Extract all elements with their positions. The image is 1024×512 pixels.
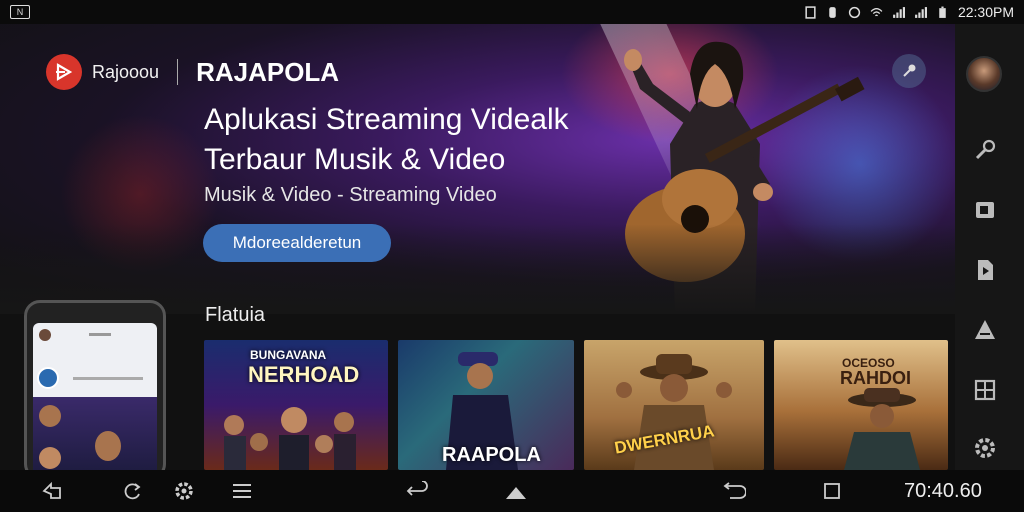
app-title: RAJAPOLA (196, 56, 340, 87)
menu-icon[interactable] (230, 480, 254, 502)
library-icon[interactable] (971, 196, 999, 224)
n-notification-icon: N (10, 5, 30, 19)
battery-icon (939, 6, 946, 18)
microphone-icon[interactable] (971, 136, 999, 164)
signal-icon (893, 6, 905, 18)
brand-name: Rajooou (92, 61, 160, 82)
side-rail (955, 24, 1024, 470)
artist-icon[interactable] (971, 316, 999, 344)
hero-subtitle: Musik & Video - Streaming Video (204, 184, 497, 206)
headline-line-2: Terbaur Musik & Video (204, 143, 506, 176)
avatar[interactable] (966, 56, 1002, 92)
navigation-bar: 70:40.60 (0, 470, 1024, 512)
card-title: RAAPOLA (442, 444, 541, 466)
video-card[interactable]: OCEOSO RAHDOI (774, 340, 948, 470)
sync-icon (829, 6, 836, 18)
status-icons: 22:30PM (804, 4, 1014, 20)
alarm-icon (848, 6, 861, 18)
status-bar: N 22:30PM (0, 0, 1024, 24)
grid-icon[interactable] (971, 376, 999, 404)
nav-time: 70:40.60 (904, 480, 982, 502)
headline-line-1: Aplukasi Streaming Videalk (204, 103, 569, 136)
hero-headline: Aplukasi Streaming Videalk Terbaur Musik… (204, 100, 624, 180)
return-icon[interactable] (406, 480, 430, 502)
video-card[interactable]: DWERNRUA (584, 340, 764, 470)
phone-mockup (24, 300, 166, 470)
app-window: Rajooou RAJAPOLA Aplukasi Streaming Vide… (0, 24, 1024, 470)
video-card[interactable]: RAAPOLA (398, 340, 574, 470)
hero-banner: Rajooou RAJAPOLA Aplukasi Streaming Vide… (0, 24, 955, 314)
settings-icon[interactable] (971, 434, 999, 462)
card-title: RAHDOI (840, 368, 911, 388)
section-title: Flatuia (205, 304, 266, 326)
refresh-icon[interactable] (120, 480, 144, 502)
document-play-icon[interactable] (971, 256, 999, 284)
wifi-icon (870, 7, 883, 16)
featured-cards: BUNGAVANA NERHOAD RAAPOLA DWERNRUA OCEOS… (204, 340, 948, 470)
back-icon[interactable] (40, 480, 64, 502)
home-icon[interactable] (504, 480, 528, 502)
divider (177, 59, 179, 85)
brand-header: Rajooou RAJAPOLA (46, 54, 339, 90)
cta-button[interactable]: Mdoreealderetun (203, 224, 391, 262)
phone-screen (33, 323, 157, 470)
signal-icon (915, 6, 927, 18)
video-card[interactable]: BUNGAVANA NERHOAD (204, 340, 388, 470)
card-subtitle: BUNGAVANA (250, 348, 327, 362)
sim-icon (805, 5, 816, 19)
microphone-icon (903, 64, 916, 77)
microphone-action-button[interactable] (892, 54, 926, 88)
undo-icon[interactable] (722, 480, 746, 502)
settings-icon[interactable] (172, 480, 196, 502)
status-time: 22:30PM (957, 4, 1014, 20)
recents-icon[interactable] (820, 480, 844, 502)
play-logo-icon (46, 54, 82, 90)
